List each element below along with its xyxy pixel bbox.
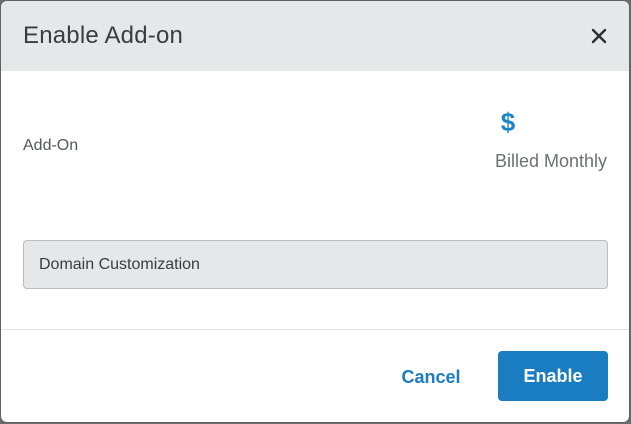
- dialog-footer: Cancel Enable: [1, 330, 629, 422]
- billing-period: Billed Monthly: [494, 151, 607, 171]
- close-icon: [591, 28, 607, 44]
- dialog-header: Enable Add-on: [1, 1, 629, 71]
- enable-button[interactable]: Enable: [498, 351, 608, 401]
- addon-field-label: Add-On: [23, 137, 79, 154]
- close-button[interactable]: [585, 22, 613, 50]
- pricing-summary: $ Billed Monthly: [483, 107, 607, 172]
- enable-addon-dialog: Enable Add-on $ Billed Monthly Add-On Do…: [1, 1, 629, 422]
- dialog-body: $ Billed Monthly: [1, 71, 629, 330]
- price-currency: $: [500, 107, 516, 137]
- dialog-title: Enable Add-on: [23, 22, 184, 49]
- cancel-button[interactable]: Cancel: [381, 352, 481, 402]
- addon-name-field[interactable]: Domain Customization: [23, 240, 608, 289]
